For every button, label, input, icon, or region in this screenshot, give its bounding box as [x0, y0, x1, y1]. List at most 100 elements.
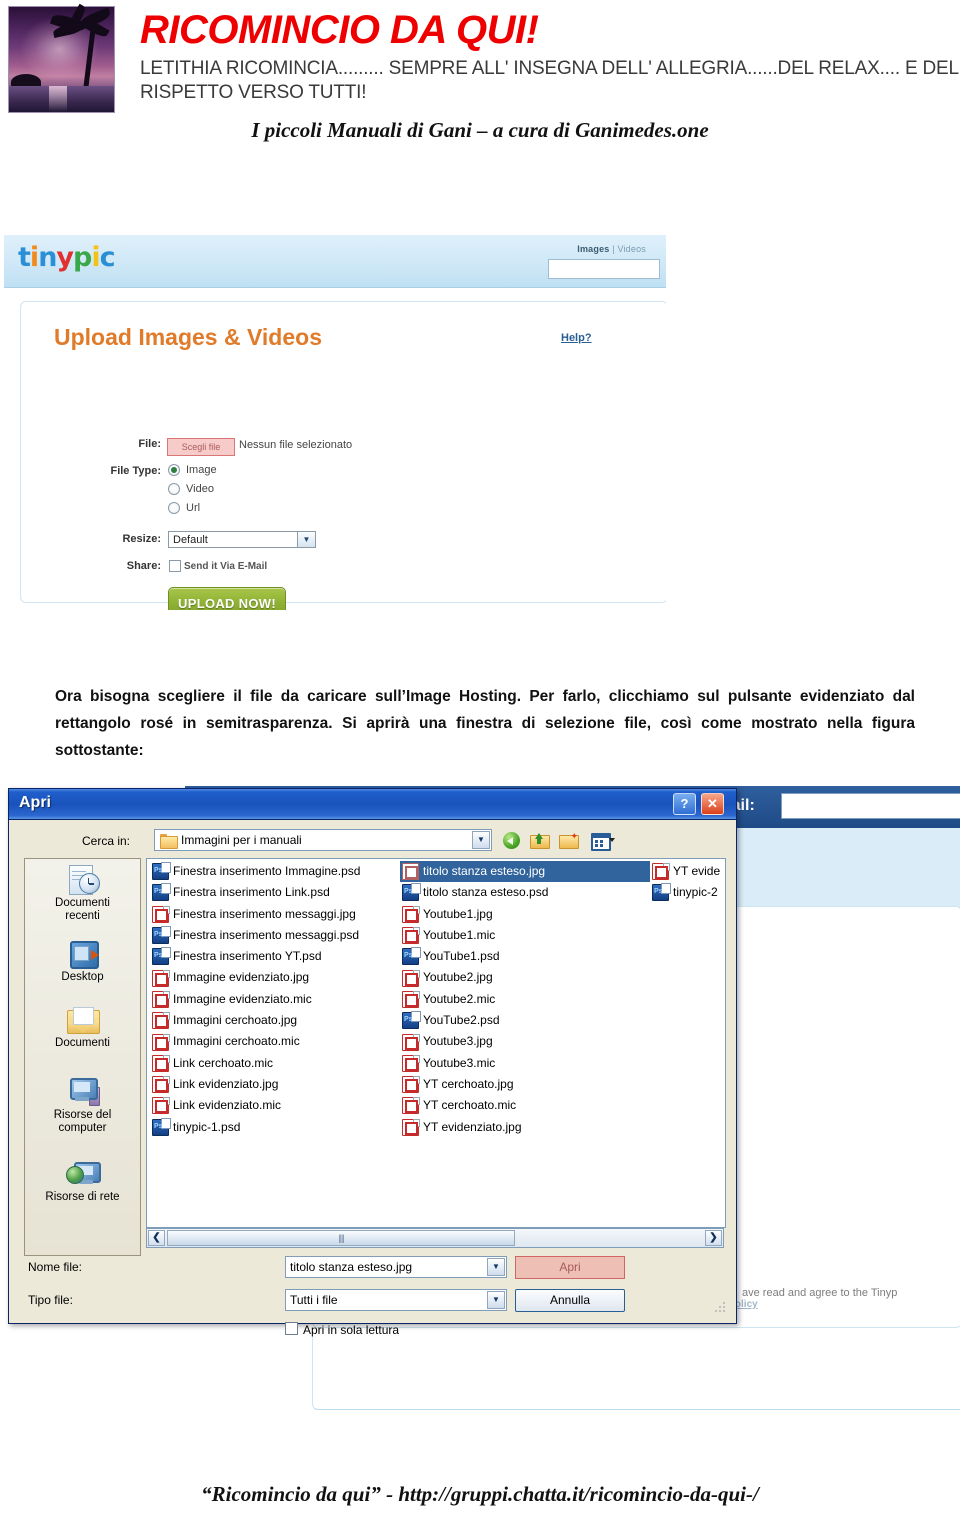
place-desktop[interactable]: Desktop	[25, 939, 140, 984]
views-icon[interactable]	[591, 831, 615, 851]
cancel-button[interactable]: Annulla	[515, 1289, 625, 1312]
image-file-icon	[152, 990, 170, 1008]
place-label: Desktop	[61, 971, 104, 983]
chevron-down-icon[interactable]: ▼	[472, 831, 490, 849]
place-label: Documenti	[55, 1037, 110, 1049]
choose-file-button[interactable]: Scegli file	[167, 438, 235, 456]
file-list-item[interactable]: tinypic-1.psd	[150, 1117, 400, 1138]
file-list-item[interactable]: YouTube2.psd	[400, 1010, 650, 1031]
file-name-text: YT cerchoato.mic	[423, 1098, 517, 1113]
file-list-item[interactable]: YT cerchoato.mic	[400, 1095, 650, 1116]
place-my-computer[interactable]: Risorse del computer	[25, 1077, 140, 1135]
resize-select[interactable]: Default ▼	[168, 531, 316, 548]
file-list-item[interactable]: Link evidenziato.mic	[150, 1095, 400, 1116]
file-list-item[interactable]: Youtube2.mic	[400, 989, 650, 1010]
file-list-item[interactable]: Youtube1.jpg	[400, 904, 650, 925]
upload-heading: Upload Images & Videos	[54, 324, 322, 350]
look-in-value: Immagini per i manuali	[181, 833, 302, 847]
image-file-icon	[152, 1097, 170, 1115]
photoshop-file-icon	[152, 926, 171, 945]
file-type-value: Tutti i file	[290, 1293, 338, 1307]
nav-images-link[interactable]: Images	[577, 244, 609, 254]
image-file-icon	[402, 990, 420, 1008]
look-in-combobox[interactable]: Immagini per i manuali ▼	[154, 829, 492, 851]
place-recent-documents[interactable]: Documenti recenti	[25, 865, 140, 923]
image-file-icon	[152, 1054, 170, 1072]
instruction-paragraph: Ora bisogna scegliere il file da caricar…	[55, 688, 915, 759]
image-file-icon	[402, 1054, 420, 1072]
horizontal-scrollbar[interactable]: ❮ |||| ❯	[146, 1228, 724, 1248]
read-only-checkbox-row[interactable]: Apri in sola lettura	[285, 1322, 399, 1337]
file-name-text: YT evidenziato.jpg	[423, 1119, 522, 1134]
help-icon[interactable]: ?	[673, 793, 696, 815]
help-link[interactable]: Help?	[561, 332, 592, 344]
email-input[interactable]	[781, 793, 960, 819]
file-list-item[interactable]: YT cerchoato.jpg	[400, 1074, 650, 1095]
nav-separator: |	[612, 244, 615, 254]
file-list-item[interactable]: titolo stanza esteso.jpg	[400, 861, 650, 883]
file-list-item[interactable]: titolo stanza esteso.psd	[400, 882, 650, 903]
upload-now-button[interactable]: UPLOAD NOW!	[168, 587, 286, 610]
radio-image[interactable]	[168, 464, 180, 476]
file-list-item[interactable]: Immagine evidenziato.jpg	[150, 967, 400, 988]
network-icon	[65, 1159, 101, 1189]
file-list-item[interactable]: Youtube3.mic	[400, 1053, 650, 1074]
resize-grip-icon[interactable]	[714, 1302, 726, 1314]
file-list-item[interactable]: Immagine evidenziato.mic	[150, 989, 400, 1010]
file-list-item[interactable]: YouTube1.psd	[400, 946, 650, 967]
close-icon[interactable]: ✕	[701, 793, 724, 815]
banner-subtitle-line-1: LETITHIA RICOMINCIA......... SEMPRE ALL'…	[140, 58, 959, 79]
photoshop-file-icon	[402, 883, 421, 902]
file-list-item[interactable]: Youtube1.mic	[400, 925, 650, 946]
logo-letter: i	[91, 242, 100, 273]
file-list-item[interactable]: Finestra inserimento messaggi.psd	[150, 925, 400, 946]
new-folder-icon[interactable]: ✦	[559, 831, 580, 850]
back-icon[interactable]	[503, 831, 524, 850]
image-file-icon	[402, 905, 420, 923]
file-list-item[interactable]: Link cerchoato.mic	[150, 1053, 400, 1074]
radio-video[interactable]	[168, 483, 180, 495]
read-only-checkbox[interactable]	[285, 1322, 298, 1335]
nav-videos-link[interactable]: Videos	[617, 244, 646, 254]
file-name-text: Immagine evidenziato.jpg	[173, 970, 310, 985]
dialog-body: Cerca in: Immagini per i manuali ▼ ✦ Doc…	[14, 822, 729, 1337]
image-file-icon	[152, 1012, 170, 1030]
file-list-item[interactable]: Youtube2.jpg	[400, 967, 650, 988]
open-button[interactable]: Apri	[515, 1256, 625, 1279]
file-type-combobox[interactable]: Tutti i file ▼	[285, 1289, 507, 1311]
file-list-item[interactable]: Link evidenziato.jpg	[150, 1074, 400, 1095]
logo-letter: t	[18, 242, 31, 273]
file-list-item[interactable]: Finestra inserimento Link.psd	[150, 882, 400, 903]
tinypic-search-input[interactable]	[548, 259, 660, 279]
scrollbar-thumb[interactable]: ||||	[167, 1230, 515, 1246]
file-list-item[interactable]: YT evidenziato.jpg	[400, 1117, 650, 1138]
file-list-item[interactable]: YT evide	[650, 861, 725, 882]
file-name-combobox[interactable]: titolo stanza esteso.jpg ▼	[285, 1256, 507, 1278]
file-list-item[interactable]: Finestra inserimento Immagine.psd	[150, 861, 400, 882]
share-email-label: Send it Via E-Mail	[184, 561, 268, 572]
no-file-selected-text: Nessun file selezionato	[239, 439, 353, 451]
image-file-icon	[402, 927, 420, 945]
scroll-right-icon[interactable]: ❯	[705, 1230, 722, 1246]
scroll-left-icon[interactable]: ❮	[148, 1230, 165, 1246]
file-list-item[interactable]: Finestra inserimento messaggi.jpg	[150, 904, 400, 925]
place-network[interactable]: Risorse di rete	[25, 1159, 140, 1204]
tinypic-nav-links: Images | Videos	[577, 244, 646, 254]
up-one-level-icon[interactable]	[530, 831, 551, 850]
radio-url[interactable]	[168, 502, 180, 514]
file-list[interactable]: Finestra inserimento Immagine.psd Finestr…	[146, 858, 726, 1228]
file-list-item[interactable]: Immagini cerchoato.mic	[150, 1031, 400, 1052]
file-list-item[interactable]: Youtube3.jpg	[400, 1031, 650, 1052]
chevron-down-icon[interactable]: ▼	[487, 1291, 505, 1309]
chevron-down-icon[interactable]: ▼	[487, 1258, 505, 1276]
file-name-text: Youtube2.jpg	[423, 970, 493, 985]
share-email-checkbox[interactable]	[169, 560, 181, 572]
file-list-item[interactable]: Finestra inserimento YT.psd	[150, 946, 400, 967]
file-name-text: Link cerchoato.mic	[173, 1055, 274, 1070]
photoshop-file-icon	[402, 947, 421, 966]
tinypic-upload-screenshot: tinypic Images | Videos Upload Images & …	[4, 235, 666, 610]
file-list-item[interactable]: Immagini cerchoato.jpg	[150, 1010, 400, 1031]
file-list-item[interactable]: tinypic-2	[650, 882, 725, 903]
image-file-icon	[402, 863, 419, 881]
place-documents[interactable]: Documenti	[25, 1007, 140, 1050]
